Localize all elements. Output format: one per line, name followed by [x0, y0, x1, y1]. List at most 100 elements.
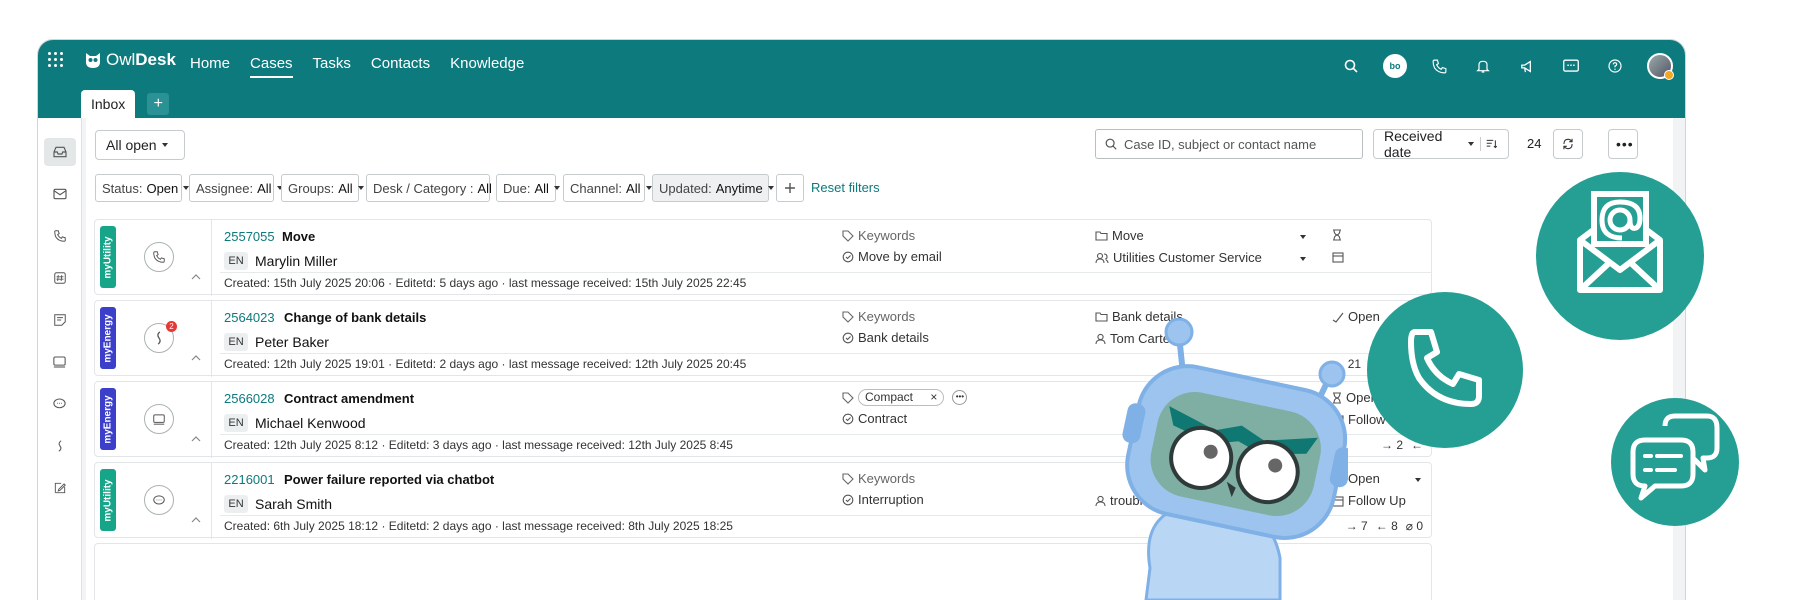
chevron-up-icon[interactable] — [191, 272, 201, 282]
group-value: Utilities Customer Service — [1113, 250, 1262, 265]
chat-icon[interactable] — [44, 390, 76, 418]
group-field[interactable]: Utilities Customer Service — [1095, 250, 1262, 265]
help-icon[interactable] — [1603, 54, 1627, 78]
case-row[interactable]: myUtility 2557055 Move EN Marylin Miller… — [94, 219, 1432, 296]
voice-icon[interactable] — [44, 432, 76, 460]
note-icon[interactable] — [44, 306, 76, 334]
add-filter-button[interactable] — [776, 174, 804, 202]
screen-icon[interactable] — [44, 348, 76, 376]
contact-name[interactable]: Marylin Miller — [255, 253, 337, 269]
bot-icon[interactable]: bo — [1383, 54, 1407, 78]
filter-channel[interactable]: Channel: All — [563, 174, 652, 202]
reason-field[interactable]: Contract — [842, 411, 907, 426]
search-icon[interactable] — [1339, 54, 1363, 78]
apps-grid-icon[interactable] — [48, 52, 66, 70]
case-id-link[interactable]: 2564023 — [224, 310, 275, 325]
filter-updated[interactable]: Updated: Anytime — [652, 174, 774, 202]
reason-field[interactable]: Bank details — [842, 330, 929, 345]
main-nav: Home Cases Tasks Contacts Knowledge — [190, 55, 524, 78]
chevron-up-icon[interactable] — [191, 515, 201, 525]
filter-key: Due: — [503, 180, 531, 196]
add-tab-button[interactable]: + — [147, 93, 170, 115]
tab-inbox[interactable]: Inbox — [81, 90, 136, 118]
contact-name[interactable]: Peter Baker — [255, 334, 329, 350]
nav-knowledge[interactable]: Knowledge — [450, 55, 524, 78]
group-icon — [1095, 252, 1109, 263]
app-logo[interactable]: Owl Desk — [83, 50, 176, 70]
inbox-icon[interactable] — [43, 138, 76, 166]
keywords-field[interactable]: Keywords — [842, 309, 915, 324]
filter-value: Anytime — [715, 180, 763, 196]
nav-home[interactable]: Home — [190, 55, 230, 78]
nav-cases[interactable]: Cases — [250, 55, 293, 78]
reason-value: Contract — [858, 411, 908, 426]
chevron-down-icon[interactable] — [1300, 235, 1306, 239]
more-dots-icon: ••• — [1616, 136, 1634, 152]
keywords-field[interactable]: Keywords — [842, 471, 915, 486]
filter-groups[interactable]: Groups: All — [281, 174, 364, 202]
reset-filters-link[interactable]: Reset filters — [811, 180, 880, 195]
phone-icon[interactable] — [1427, 54, 1451, 78]
filter-status[interactable]: Status: Open — [95, 174, 190, 202]
filter-bar: Status: Open Assignee: All Groups: All Desk… — [95, 174, 1673, 202]
divider — [220, 272, 1431, 273]
followup-value: Follow Up — [1348, 493, 1406, 508]
reason-field[interactable]: Move by email — [842, 249, 942, 264]
brand-tag: myUtility — [100, 226, 116, 288]
brand-tag-label: myUtility — [102, 235, 114, 279]
search-input[interactable]: Case ID, subject or contact name — [1095, 129, 1363, 159]
hash-icon[interactable] — [44, 264, 76, 292]
nav-contacts[interactable]: Contacts — [371, 55, 430, 78]
case-subject: Power failure reported via chatbot — [284, 472, 495, 487]
view-select[interactable]: All open — [95, 130, 185, 160]
brand-tag-label: myEnergy — [102, 313, 114, 363]
message-icon[interactable] — [1559, 54, 1583, 78]
divider — [211, 220, 212, 296]
filter-key: Updated: — [659, 180, 712, 196]
nav-tasks[interactable]: Tasks — [313, 55, 351, 78]
filter-key: Assignee: — [196, 180, 254, 196]
status-value: Open — [1348, 471, 1380, 486]
chevron-down-icon — [767, 186, 774, 190]
phone-icon[interactable] — [44, 222, 76, 250]
edit-icon[interactable] — [44, 474, 76, 502]
contact-name[interactable]: Sarah Smith — [255, 496, 332, 512]
filter-assignee[interactable]: Assignee: All — [189, 174, 283, 202]
channel-screen-icon — [144, 404, 174, 434]
reason-field[interactable]: Interruption — [842, 492, 924, 507]
case-subject: Move — [282, 229, 316, 244]
chevron-up-icon[interactable] — [191, 434, 201, 444]
sort-select[interactable]: Received date — [1373, 128, 1509, 160]
case-id-link[interactable]: 2557055 — [224, 229, 275, 244]
more-button[interactable]: ••• — [1608, 129, 1638, 159]
case-id-link[interactable]: 2566028 — [224, 391, 275, 406]
filter-value: All — [257, 180, 272, 196]
tag-icon — [842, 229, 854, 242]
filter-key: Status: — [102, 180, 143, 196]
filter-desk-category[interactable]: Desk / Category : All — [366, 174, 503, 202]
chevron-down-icon[interactable] — [1415, 478, 1421, 482]
email-bubble-icon — [1536, 172, 1704, 340]
keyword-chip[interactable]: Compact × — [858, 389, 945, 406]
mail-icon[interactable] — [44, 180, 76, 208]
search-placeholder: Case ID, subject or contact name — [1124, 136, 1317, 152]
avatar[interactable] — [1647, 53, 1674, 80]
contact-name[interactable]: Michael Kenwood — [255, 415, 366, 431]
refresh-button[interactable] — [1553, 129, 1583, 159]
case-id-link[interactable]: 2216001 — [224, 472, 275, 487]
megaphone-icon[interactable] — [1515, 54, 1539, 78]
category-field[interactable]: Move — [1095, 228, 1144, 243]
filter-due[interactable]: Due: All — [496, 174, 560, 202]
keywords-field[interactable]: Compact × ••• — [842, 389, 968, 406]
more-keywords-icon[interactable]: ••• — [952, 390, 968, 405]
search-icon — [1105, 138, 1117, 150]
language-badge: EN — [224, 333, 248, 351]
keywords-field[interactable]: Keywords — [842, 228, 915, 243]
hourglass-icon — [1333, 229, 1341, 241]
chevron-down-icon[interactable] — [1300, 257, 1306, 261]
keywords-label: Keywords — [858, 228, 916, 243]
divider — [211, 301, 212, 377]
tag-icon — [842, 472, 854, 485]
chevron-up-icon[interactable] — [191, 353, 201, 363]
bell-icon[interactable] — [1471, 54, 1495, 78]
